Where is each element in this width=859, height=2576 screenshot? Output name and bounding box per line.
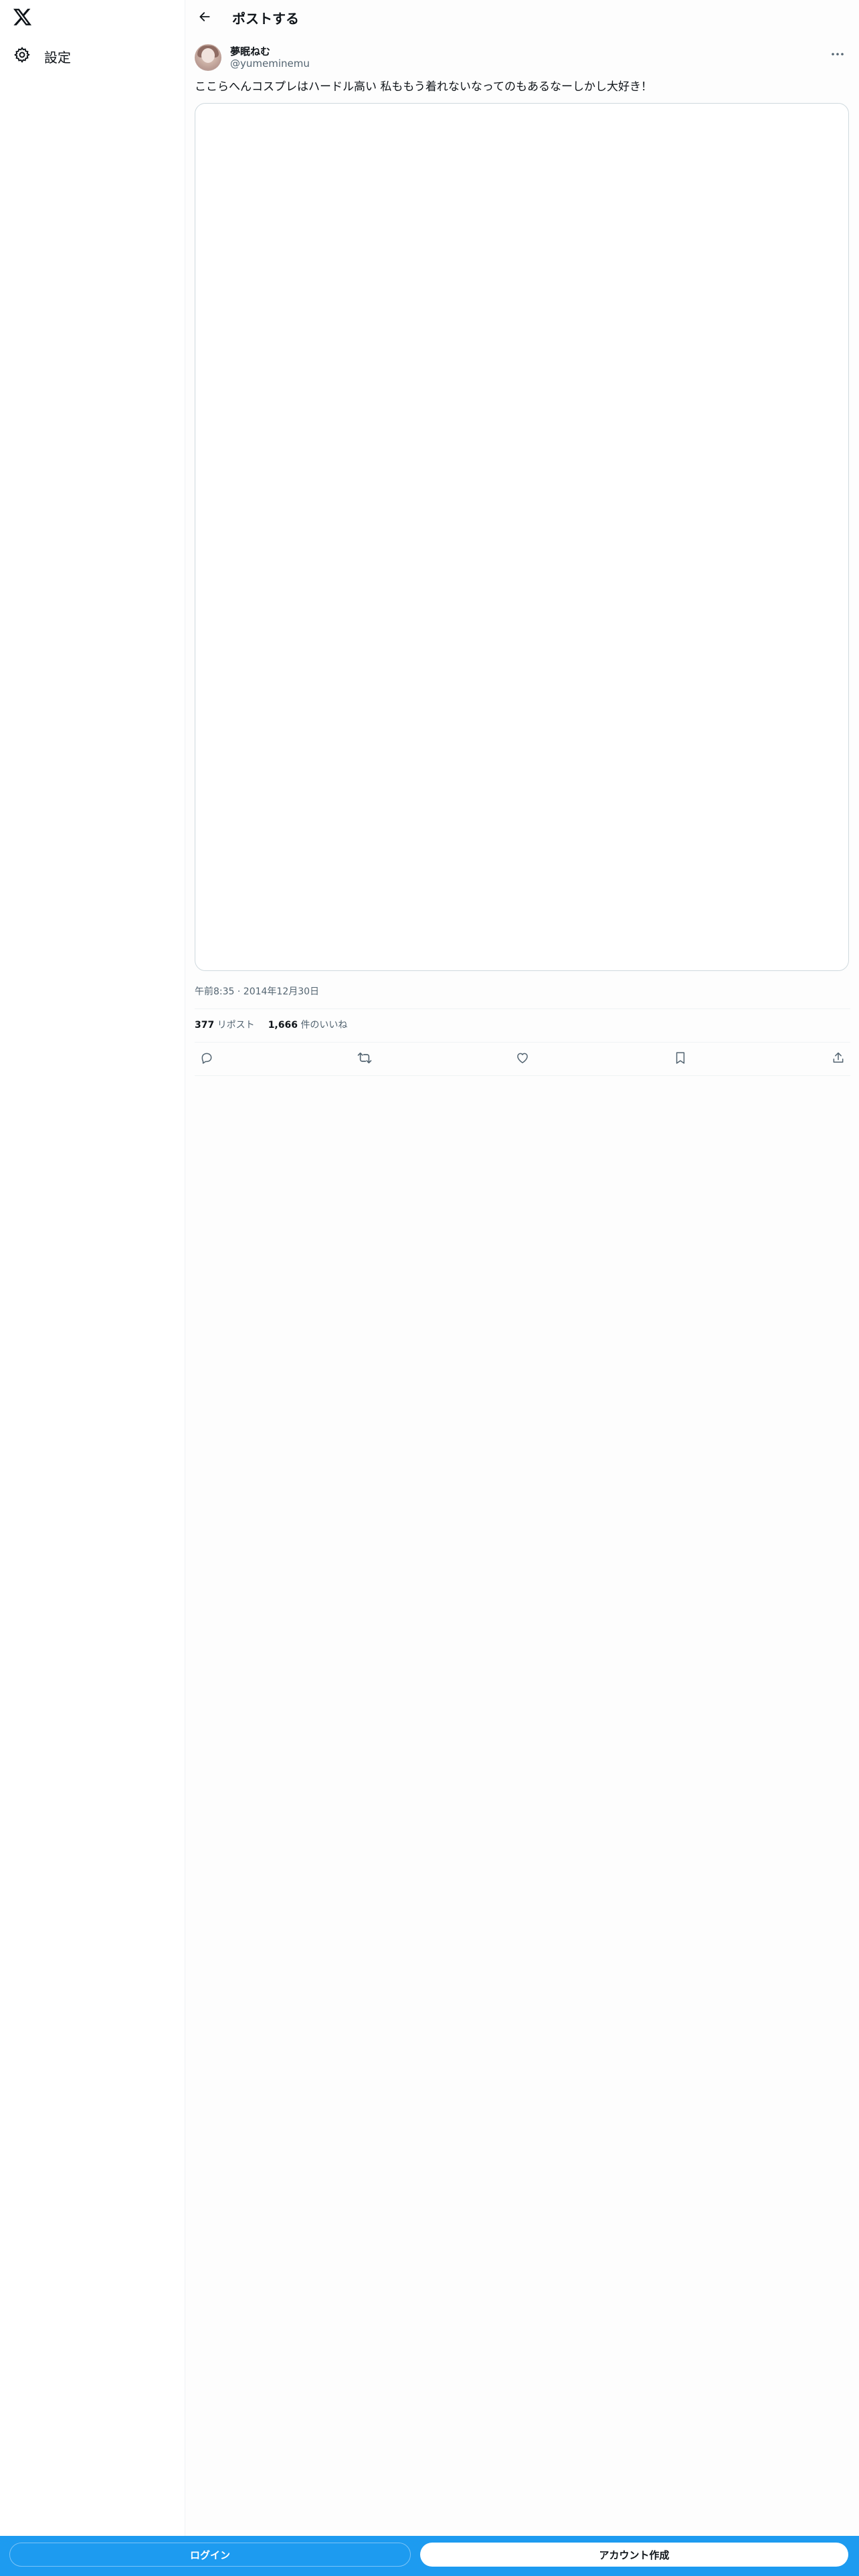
- x-logo-icon[interactable]: [12, 7, 33, 28]
- reposts-stat[interactable]: 377 リポスト: [195, 1018, 255, 1031]
- divider: [195, 1042, 850, 1043]
- likes-stat[interactable]: 1,666 件のいいね: [268, 1018, 348, 1031]
- main-column: ポストする 夢眠ねむ @yumeminemu ここらへんコスプレはハードル高い …: [185, 0, 859, 2576]
- sidebar-item-label: 設定: [44, 49, 71, 66]
- bookmark-icon: [674, 1051, 686, 1067]
- post-stats: 377 リポスト 1,666 件のいいね: [195, 1018, 347, 1031]
- gear-icon: [13, 46, 31, 66]
- post-media[interactable]: [195, 103, 849, 971]
- more-button[interactable]: [826, 44, 849, 60]
- likes-count: 1,666: [268, 1020, 298, 1031]
- divider: [195, 1075, 850, 1076]
- repost-icon: [357, 1051, 372, 1067]
- create-account-button[interactable]: アカウント作成: [420, 2543, 848, 2567]
- share-icon: [832, 1051, 845, 1067]
- divider: [195, 1008, 850, 1009]
- login-button[interactable]: ログイン: [9, 2543, 411, 2567]
- page-header: ポストする: [185, 0, 859, 36]
- share-button[interactable]: [826, 1047, 850, 1071]
- bookmark-button[interactable]: [668, 1047, 692, 1071]
- page-title: ポストする: [232, 11, 299, 27]
- more-horizontal-icon: [831, 46, 844, 59]
- app-root: 設定 ポストする 夢眠ねむ @yumeminemu ここらへんコスプレはハードル…: [0, 0, 859, 2576]
- sidebar-item-settings[interactable]: 設定: [11, 41, 131, 71]
- reposts-count: 377: [195, 1020, 215, 1031]
- login-prompt-bar: ログイン アカウント作成: [0, 2536, 859, 2576]
- arrow-left-icon: [198, 10, 211, 26]
- post-text: ここらへんコスプレはハードル高い 私ももう着れないなってのもあるなーしかし大好き…: [195, 80, 653, 94]
- repost-button[interactable]: [353, 1047, 377, 1071]
- like-button[interactable]: [510, 1047, 535, 1071]
- avatar[interactable]: [195, 44, 221, 71]
- like-icon: [516, 1051, 529, 1067]
- left-sidebar: 設定: [0, 0, 185, 2576]
- likes-label: 件のいいね: [300, 1020, 348, 1031]
- reply-button[interactable]: [195, 1047, 219, 1071]
- post-actions: [195, 1047, 850, 1071]
- reposts-label: リポスト: [217, 1020, 255, 1031]
- post-timestamp[interactable]: 午前8:35 · 2014年12月30日: [195, 984, 319, 998]
- author-name[interactable]: 夢眠ねむ: [230, 44, 270, 58]
- reply-icon: [200, 1051, 213, 1067]
- back-button[interactable]: [193, 7, 216, 29]
- post-header: 夢眠ねむ @yumeminemu: [195, 44, 850, 71]
- author-handle[interactable]: @yumeminemu: [230, 58, 310, 70]
